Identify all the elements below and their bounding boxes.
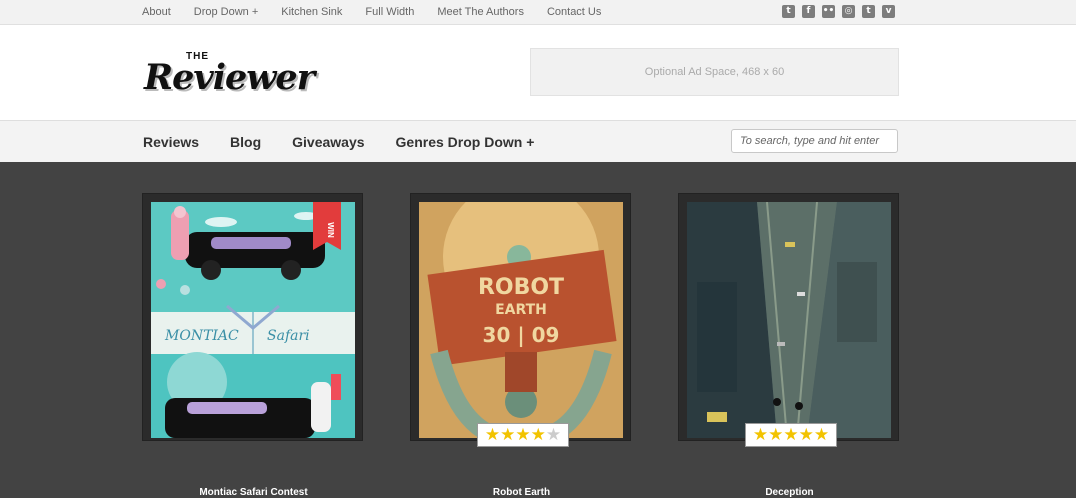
win-ribbon-text: WIN: [326, 222, 335, 238]
rating-star-half: ★: [545, 425, 562, 445]
topnav-dropdown-link[interactable]: Drop Down +: [194, 6, 259, 18]
nav-genres-dropdown[interactable]: Genres Drop Down +: [396, 134, 535, 150]
star-rating: ★★★★★: [745, 423, 837, 447]
top-nav: About Drop Down + Kitchen Sink Full Widt…: [142, 6, 624, 18]
star-rating: ★★★★★: [477, 423, 569, 447]
nav-blog[interactable]: Blog: [230, 134, 261, 150]
poster-title-line3: 30 | 09: [483, 323, 560, 347]
site-header: THE Reviewer Optional Ad Space, 468 x 60: [0, 25, 1076, 120]
poster-title-line1: ROBOT: [478, 275, 564, 300]
poster-montiac-safari[interactable]: MONTIAC Safari WIN: [151, 202, 355, 438]
card-title[interactable]: Montiac Safari Contest: [143, 487, 364, 498]
poster-title-line2: EARTH: [495, 302, 547, 318]
nav-reviews[interactable]: Reviews: [143, 134, 199, 150]
card-title[interactable]: Deception: [679, 487, 900, 498]
tumblr-icon[interactable]: t: [862, 5, 875, 18]
search-input[interactable]: [731, 129, 898, 153]
facebook-icon[interactable]: f: [802, 5, 815, 18]
topnav-contact-link[interactable]: Contact Us: [547, 6, 601, 18]
ad-space[interactable]: Optional Ad Space, 468 x 60: [530, 48, 899, 96]
review-card[interactable]: ROBOT EARTH 30 | 09 ★★★★★ Robot Earth: [410, 193, 631, 498]
top-bar: About Drop Down + Kitchen Sink Full Widt…: [0, 0, 1076, 25]
rating-stars-full: ★★★★★: [752, 425, 830, 445]
site-logo[interactable]: THE Reviewer: [144, 51, 315, 101]
review-card[interactable]: ★★★★★ Deception: [678, 193, 899, 498]
poster-deception[interactable]: [687, 202, 891, 438]
social-icons: t f •• ◎ t v: [782, 5, 902, 18]
topnav-about-link[interactable]: About: [142, 6, 171, 18]
twitter-icon[interactable]: t: [782, 5, 795, 18]
topnav-full-width-link[interactable]: Full Width: [365, 6, 414, 18]
dribbble-icon[interactable]: ◎: [842, 5, 855, 18]
rating-stars-full: ★★★★: [484, 425, 546, 445]
logo-main-text: Reviewer: [144, 57, 315, 98]
vimeo-icon[interactable]: v: [882, 5, 895, 18]
card-title[interactable]: Robot Earth: [411, 487, 632, 498]
topnav-meet-authors-link[interactable]: Meet The Authors: [437, 6, 524, 18]
poster-text-right: Safari: [267, 328, 310, 344]
nav-giveaways[interactable]: Giveaways: [292, 134, 364, 150]
flickr-icon[interactable]: ••: [822, 5, 835, 18]
main-nav: Reviews Blog Giveaways Genres Drop Down …: [0, 120, 1076, 162]
review-card[interactable]: MONTIAC Safari WIN Montiac Safari Contes…: [142, 193, 363, 498]
poster-robot-earth[interactable]: ROBOT EARTH 30 | 09: [419, 202, 623, 438]
poster-text-left: MONTIAC: [164, 328, 239, 344]
content-area: MONTIAC Safari WIN Montiac Safari Contes…: [0, 162, 1076, 498]
topnav-kitchen-sink-link[interactable]: Kitchen Sink: [281, 6, 342, 18]
